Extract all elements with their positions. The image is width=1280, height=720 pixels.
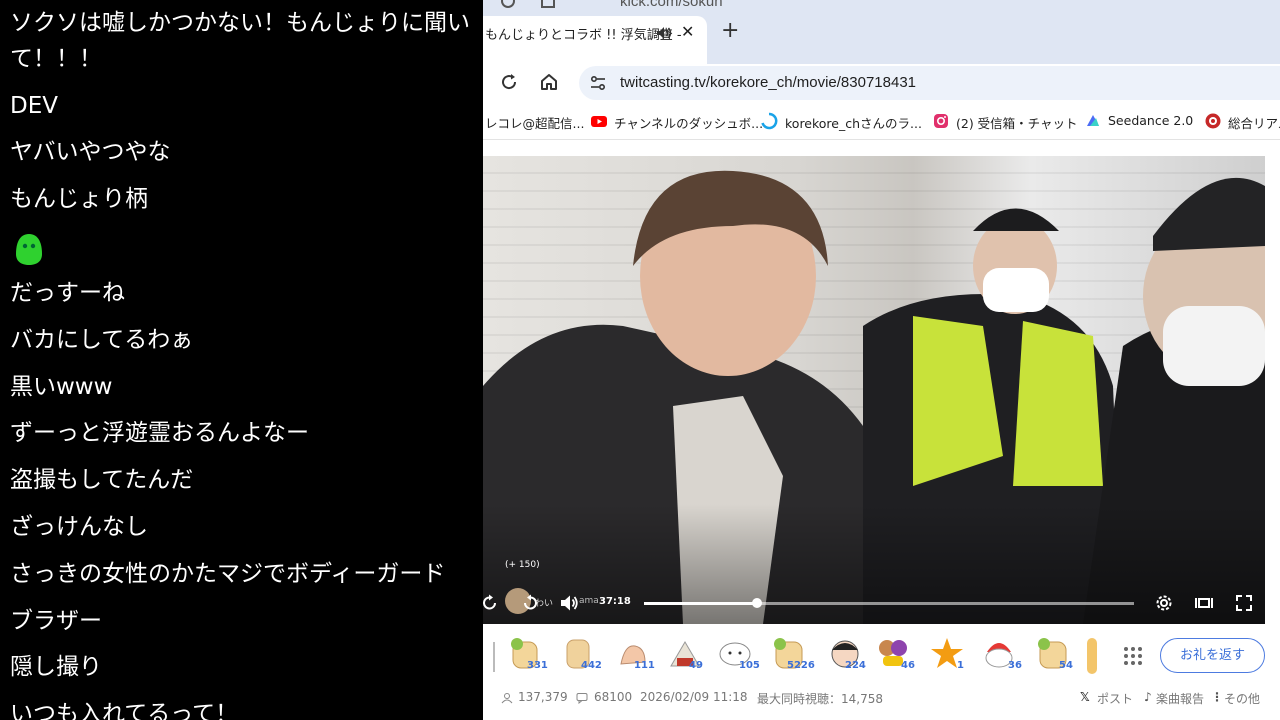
green-blob-emoji-icon: [16, 234, 42, 265]
bookmark-item[interactable]: Seedance 2.0: [1108, 113, 1193, 128]
current-time: 37:18: [599, 596, 631, 607]
bookmark-item[interactable]: (2) 受信箱・チャット: [956, 113, 1078, 132]
progress-bar[interactable]: [644, 598, 1134, 608]
comment-text: だっすーね: [10, 280, 125, 306]
url-text: twitcasting.tv/korekore_ch/movie/8307184…: [620, 74, 917, 91]
viewer-icon: [501, 693, 513, 704]
bookmark-item[interactable]: レコレ@超配信...: [485, 113, 584, 132]
youtube-icon: [591, 116, 607, 127]
home-icon[interactable]: [537, 70, 561, 94]
gift-count: 224: [845, 660, 866, 671]
post-button[interactable]: ポスト: [1097, 690, 1133, 707]
gift-count: 46: [901, 660, 915, 671]
comment-text: ざっけんなし: [10, 514, 148, 540]
tab-title: もんじょりとコラボ !! 浮気調査 -: [485, 28, 682, 43]
comment-text: ずーっと浮遊霊おるんよなー: [10, 420, 309, 446]
gift-count: 54: [1059, 660, 1073, 671]
crest-icon: [1205, 113, 1221, 129]
music-report-button[interactable]: 楽曲報告: [1156, 690, 1204, 707]
twitcasting-icon: [761, 112, 778, 130]
address-bar[interactable]: twitcasting.tv/korekore_ch/movie/8307184…: [579, 66, 1280, 100]
background-window-edge: kick.com/sokun: [483, 0, 1280, 16]
thanks-button[interactable]: お礼を返す: [1160, 638, 1265, 673]
replay-icon[interactable]: [483, 592, 501, 614]
viewer-count: 137,379: [518, 690, 568, 704]
background-url: kick.com/sokun: [620, 0, 723, 10]
item-label: (+ 150): [505, 560, 540, 570]
comment-text: 黒いwww: [10, 374, 113, 400]
instagram-icon: [934, 114, 948, 128]
progress-handle[interactable]: [751, 598, 762, 608]
comment-text: バカにしてるわぁ: [10, 327, 194, 353]
gift-count: 36: [1008, 660, 1022, 671]
music-note-icon: ♪: [1144, 690, 1152, 704]
tab-strip: kick.com/sokun もんじょりとコラボ !! 浮気調査 - ✕ +: [483, 0, 1280, 64]
x-icon[interactable]: 𝕏: [1080, 690, 1090, 704]
more-button[interactable]: その他: [1224, 690, 1260, 707]
max-viewers: 最大同時視聴：14,758: [757, 692, 883, 706]
comment-text: ソクソは嘘しかつかない！もんじょりに聞い: [10, 10, 470, 36]
user-label: ama: [579, 596, 599, 606]
comment-overlay: ソクソは嘘しかつかない！もんじょりに聞い て！！！ DEV ヤバいやつやな もん…: [0, 0, 483, 720]
comment-text: ヤバいやつやな: [10, 139, 171, 165]
gift-count: 1: [957, 660, 964, 671]
reload-icon[interactable]: [497, 70, 521, 94]
gift-count: 331: [527, 660, 548, 671]
tune-icon[interactable]: [589, 74, 607, 92]
bookmarks-bar: レコレ@超配信... チャンネルのダッシュボ... korekore_chさんの…: [483, 102, 1280, 140]
progress-fill: [644, 602, 757, 605]
comment-text: ブラザー: [10, 608, 102, 634]
fullscreen-icon[interactable]: [1233, 592, 1255, 614]
broadcast-date: 2026/02/09 11:18: [640, 690, 748, 704]
more-icon[interactable]: ⋮: [1211, 690, 1223, 704]
comment-text: て！！！: [10, 46, 102, 72]
settings-icon[interactable]: [1153, 592, 1175, 614]
home-icon: [541, 0, 555, 8]
comment-text: さっきの女性のかたマジでボディーガード: [10, 561, 446, 587]
gift-count: 442: [581, 660, 602, 671]
gift-count: 105: [739, 660, 760, 671]
comment-text: 隠し撮り: [10, 654, 102, 680]
comment-text: いつも入れてるって！: [10, 701, 239, 720]
reload-icon: [501, 0, 515, 8]
tab-active[interactable]: もんじょりとコラボ !! 浮気調査 - ✕: [483, 16, 707, 64]
bookmark-item[interactable]: 総合リアル: [1228, 113, 1280, 132]
gift-bar: 331 442 111 49 105 5226 224 46 1 36 54 お…: [483, 630, 1280, 684]
comment-text: もんじょり柄: [10, 186, 148, 212]
stats-row: 137,379 68100 2026/02/09 11:18 最大同時視聴：14…: [483, 684, 1280, 720]
comment-icon: [576, 693, 588, 704]
volume-icon[interactable]: [558, 592, 580, 614]
seedance-icon: [1087, 115, 1099, 126]
video-player[interactable]: (+ 150) わい ama 37:18: [483, 156, 1265, 624]
bookmark-item[interactable]: チャンネルのダッシュボ...: [614, 113, 763, 132]
close-icon[interactable]: ✕: [681, 22, 694, 41]
gift-count: 5226: [787, 660, 815, 671]
grid-icon[interactable]: [1123, 646, 1143, 666]
bookmark-item[interactable]: korekore_chさんのラ...: [785, 113, 922, 132]
toolbar: twitcasting.tv/korekore_ch/movie/8307184…: [483, 64, 1280, 102]
comment-text: 盗撮もしてたんだ: [10, 467, 194, 493]
gift-item-partial[interactable]: [1087, 638, 1097, 674]
gift-count: 49: [689, 660, 703, 671]
theater-icon[interactable]: [1193, 592, 1215, 614]
comment-text: DEV: [10, 93, 58, 119]
plus-icon[interactable]: +: [721, 18, 739, 43]
comment-count: 68100: [594, 690, 633, 704]
gift-count: 111: [634, 660, 655, 671]
browser-window: kick.com/sokun もんじょりとコラボ !! 浮気調査 - ✕ + t…: [483, 0, 1280, 720]
speaker-icon[interactable]: [655, 24, 673, 42]
forward-icon[interactable]: [519, 592, 541, 614]
